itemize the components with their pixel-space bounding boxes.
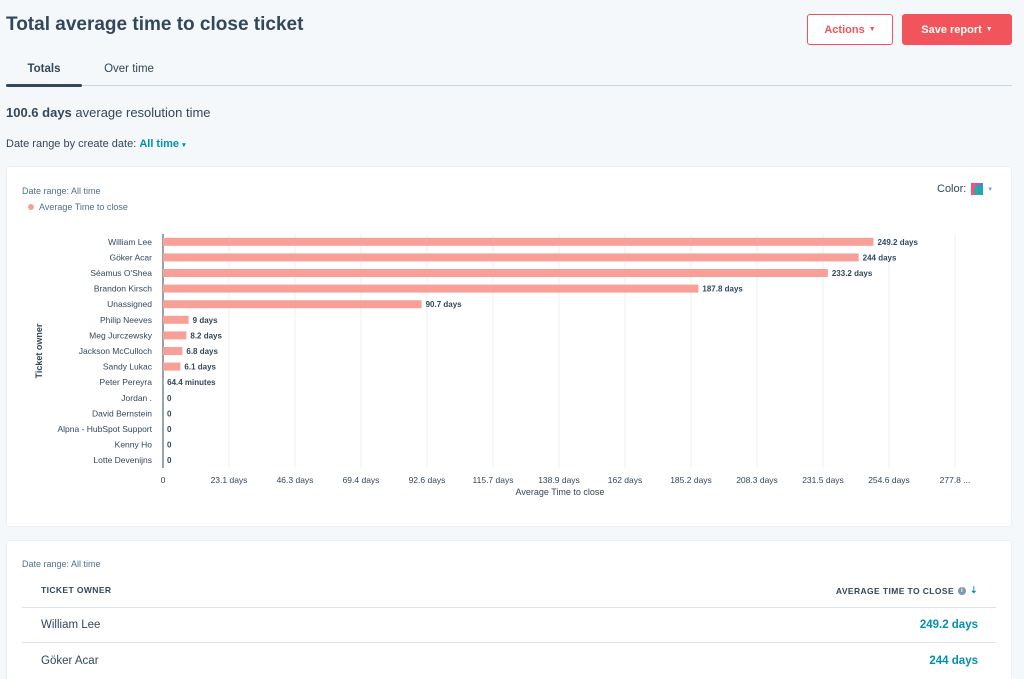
caret-down-icon: ▼ (985, 26, 993, 33)
column-header-time[interactable]: AVERAGE TIME TO CLOSE i ⇣ (836, 585, 978, 596)
legend-label: Average Time to close (39, 202, 128, 212)
page-title: Total average time to close ticket (6, 14, 304, 35)
save-report-button[interactable]: Save report ▼ (902, 14, 1012, 45)
column-header-time-label: AVERAGE TIME TO CLOSE (835, 585, 955, 596)
caret-down-icon: ▾ (182, 142, 186, 149)
tab-bar: Totals Over time (6, 52, 1012, 87)
summary-value: 100.6 days (6, 105, 72, 120)
table-card (6, 540, 1012, 679)
date-range-filter: Date range by create date: All time ▾ (6, 138, 186, 150)
legend-swatch (28, 204, 34, 210)
sort-icon[interactable]: ⇣ (970, 585, 978, 596)
row-divider (22, 642, 996, 643)
date-range-label: Date range by create date: (6, 138, 137, 150)
info-icon[interactable]: i (958, 586, 967, 595)
row-divider (22, 607, 996, 608)
date-range-value: All time (139, 138, 180, 150)
caret-down-icon: ▼ (868, 26, 876, 33)
tab-totals[interactable]: Totals (6, 52, 82, 87)
summary-text: 100.6 days average resolution time (6, 105, 211, 120)
color-picker[interactable]: Color: ▾ (937, 183, 992, 195)
save-report-label: Save report (921, 23, 982, 36)
chart-legend: Average Time to close (28, 202, 128, 212)
color-palette-icon (971, 183, 984, 195)
caret-down-icon: ▾ (988, 186, 992, 193)
summary-label: average resolution time (75, 105, 211, 120)
table-cell-owner: William Lee (41, 619, 101, 631)
tab-over-time[interactable]: Over time (94, 52, 164, 86)
chart-date-range: Date range: All time (22, 186, 101, 196)
table-cell-time[interactable]: 249.2 days (920, 619, 978, 631)
color-label: Color: (937, 183, 967, 195)
table-date-range: Date range: All time (22, 559, 101, 569)
actions-button[interactable]: Actions ▼ (807, 14, 893, 45)
chart-card (6, 166, 1012, 527)
table-cell-time[interactable]: 244 days (929, 655, 978, 667)
date-range-dropdown[interactable]: All time ▾ (139, 138, 185, 150)
actions-label: Actions (824, 23, 865, 36)
column-header-owner[interactable]: TICKET OWNER (41, 585, 111, 595)
table-cell-owner: Göker Acar (41, 655, 99, 667)
